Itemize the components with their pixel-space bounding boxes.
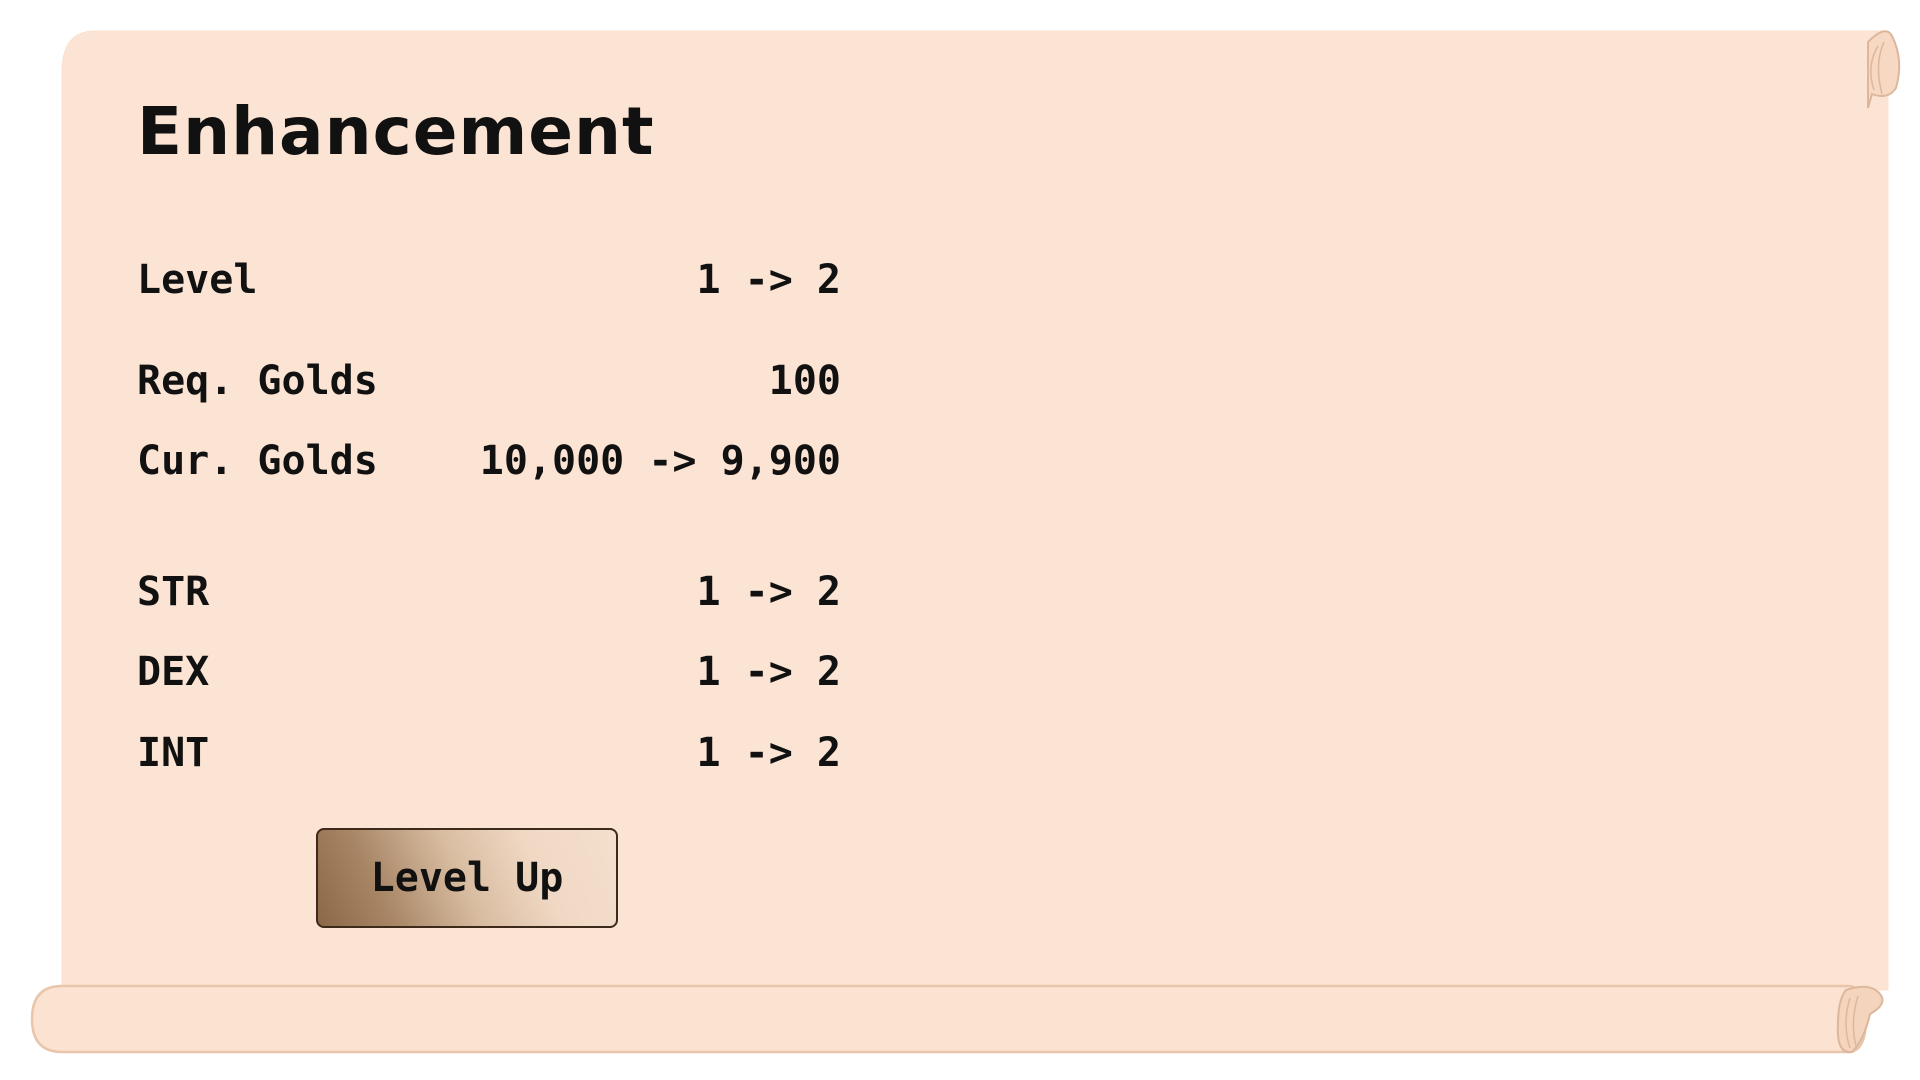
- stat-row-req-golds: Req. Golds 100: [137, 351, 841, 411]
- parchment-scroll: Enhancement Level 1 -> 2 Req. Golds 100 …: [0, 0, 1920, 1080]
- panel-title: Enhancement: [137, 93, 655, 170]
- level-up-button[interactable]: Level Up: [316, 828, 618, 928]
- stat-value: 10,000 -> 9,900: [479, 438, 841, 484]
- stat-value: 1 -> 2: [696, 730, 842, 776]
- stat-row-level: Level 1 -> 2: [137, 250, 841, 310]
- stat-row-str: STR 1 -> 2: [137, 562, 841, 622]
- stat-label: Req. Golds: [137, 358, 378, 404]
- stat-row-int: INT 1 -> 2: [137, 723, 841, 783]
- stat-row-cur-golds: Cur. Golds 10,000 -> 9,900: [137, 431, 841, 491]
- stat-value: 1 -> 2: [696, 649, 842, 695]
- stat-label: INT: [137, 730, 210, 776]
- enhancement-panel: Enhancement Level 1 -> 2 Req. Golds 100 …: [0, 0, 1920, 1080]
- stat-value: 1 -> 2: [696, 257, 842, 303]
- stat-label: DEX: [137, 649, 210, 695]
- stat-row-dex: DEX 1 -> 2: [137, 642, 841, 702]
- stat-label: STR: [137, 569, 210, 615]
- stat-label: Level: [137, 257, 258, 303]
- stat-label: Cur. Golds: [137, 438, 378, 484]
- stat-value: 100: [768, 358, 841, 404]
- stat-value: 1 -> 2: [696, 569, 842, 615]
